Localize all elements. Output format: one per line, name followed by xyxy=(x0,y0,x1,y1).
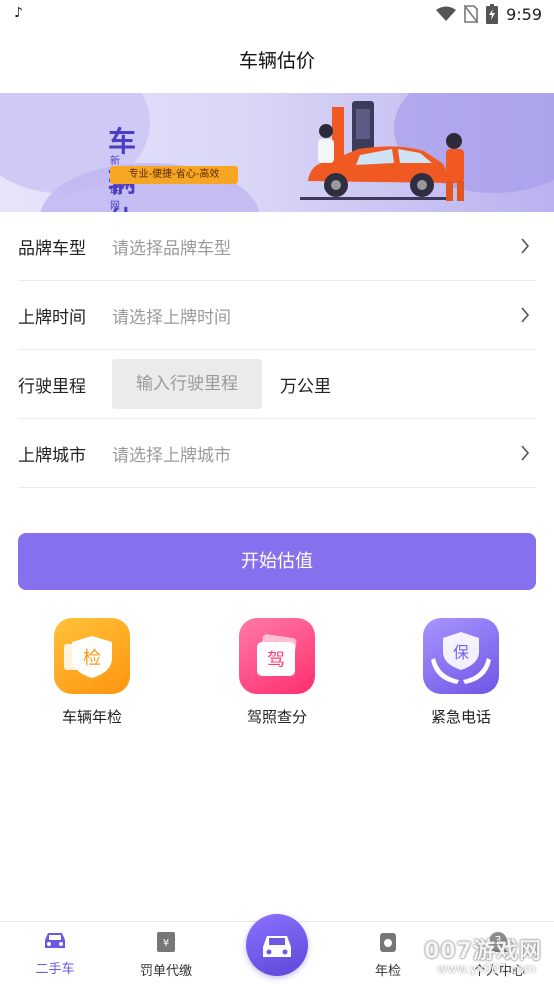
mileage-unit: 万公里 xyxy=(280,376,331,397)
registration-city-label: 上牌城市 xyxy=(18,445,86,466)
emergency-call-icon-glyph: 保 xyxy=(453,643,469,662)
car-icon xyxy=(263,936,291,957)
center-car-fab[interactable] xyxy=(246,914,308,976)
mileage-label: 行驶里程 xyxy=(18,376,86,397)
no-sim-icon xyxy=(464,5,479,23)
tab-label: 二手车 xyxy=(35,962,75,977)
service-label: 紧急电话 xyxy=(430,708,491,726)
car-icon xyxy=(45,933,65,948)
site-watermark: 007游戏网 xyxy=(424,939,542,964)
annual-inspection-icon: 检 xyxy=(54,618,130,694)
promo-banner[interactable]: 车辆估价 新互联网线上办理业务 专业-便捷-省心-高效 xyxy=(0,93,554,212)
chevron-right-icon xyxy=(521,238,530,254)
service-license-points[interactable]: 驾 驾照查分 xyxy=(217,618,337,727)
site-watermark-url: www.yx007.com xyxy=(437,962,536,976)
chevron-right-icon xyxy=(521,445,530,461)
tab-used-car[interactable]: 二手车 xyxy=(10,930,100,977)
banner-tagline: 专业-便捷-省心-高效 xyxy=(110,166,238,184)
status-bar: ♪ 9:59 xyxy=(0,0,554,30)
svg-text:¥: ¥ xyxy=(163,938,169,949)
registration-date-row[interactable]: 上牌时间 请选择上牌时间 xyxy=(18,281,536,350)
ticket-icon: ¥ xyxy=(157,932,175,952)
tab-label: 年检 xyxy=(374,964,401,979)
mileage-row: 行驶里程 输入行驶里程 万公里 xyxy=(18,350,536,419)
tab-annual-inspection[interactable]: 年检 xyxy=(343,930,433,979)
tiktok-notification-icon: ♪ xyxy=(14,5,23,21)
brand-model-label: 品牌车型 xyxy=(18,238,86,259)
chevron-right-icon xyxy=(521,307,530,323)
top-navbar: 车辆估价 xyxy=(0,30,554,92)
mechanic-car-illustration-icon xyxy=(300,101,464,201)
registration-date-select[interactable]: 请选择上牌时间 xyxy=(112,303,536,328)
service-shortcuts: 检 车辆年检 驾 驾照查分 保 紧急电话 xyxy=(0,618,554,728)
service-label: 车辆年检 xyxy=(61,708,122,726)
license-points-icon-glyph: 驾 xyxy=(267,650,285,671)
service-label: 驾照查分 xyxy=(246,708,307,726)
registration-date-label: 上牌时间 xyxy=(18,307,86,328)
registration-city-row[interactable]: 上牌城市 请选择上牌城市 xyxy=(18,419,536,488)
page-title: 车辆估价 xyxy=(238,50,315,72)
service-annual-inspection[interactable]: 检 车辆年检 xyxy=(32,618,152,727)
clipboard-icon xyxy=(380,933,396,952)
mileage-input[interactable]: 输入行驶里程 xyxy=(112,359,262,409)
service-emergency-call[interactable]: 保 紧急电话 xyxy=(401,618,521,727)
valuation-form: 品牌车型 请选择品牌车型 上牌时间 请选择上牌时间 行驶里程 输入行驶里程 万公… xyxy=(18,212,536,488)
annual-inspection-icon-glyph: 检 xyxy=(83,648,101,669)
registration-city-select[interactable]: 请选择上牌城市 xyxy=(112,441,536,466)
license-points-icon: 驾 xyxy=(239,618,315,694)
tab-label: 罚单代缴 xyxy=(139,964,192,979)
wifi-icon xyxy=(436,6,457,21)
clock: 9:59 xyxy=(506,4,542,24)
brand-model-select[interactable]: 请选择品牌车型 xyxy=(112,234,536,259)
emergency-call-icon: 保 xyxy=(423,618,499,694)
battery-charging-icon xyxy=(486,4,499,24)
brand-model-row[interactable]: 品牌车型 请选择品牌车型 xyxy=(18,212,536,281)
start-valuation-button[interactable]: 开始估值 xyxy=(18,533,536,590)
tab-fines[interactable]: ¥ 罚单代缴 xyxy=(121,930,211,979)
